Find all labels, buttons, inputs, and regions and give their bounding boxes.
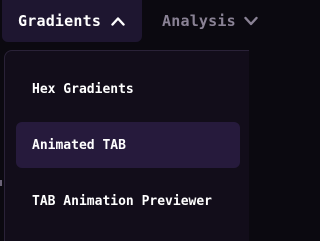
nav-gradients-menu[interactable]: Gradients (2, 0, 142, 42)
nav-analysis-label: Analysis (162, 12, 236, 30)
menu-item-label: Animated TAB (32, 137, 126, 153)
nav-gradients-label: Gradients (18, 12, 102, 30)
nav-analysis-menu[interactable]: Analysis (162, 0, 258, 42)
menu-item-hex-gradients[interactable]: Hex Gradients (16, 66, 240, 112)
chevron-up-icon (111, 17, 125, 26)
menu-item-animated-tab[interactable]: Animated TAB (16, 122, 240, 168)
gradients-dropdown: Hex Gradients Animated TAB TAB Animation… (4, 50, 249, 241)
partial-element (0, 180, 2, 186)
chevron-down-icon (244, 16, 258, 26)
menu-item-tab-animation-previewer[interactable]: TAB Animation Previewer (16, 178, 240, 224)
menu-item-label: Hex Gradients (32, 81, 134, 97)
top-nav: Gradients Analysis (0, 0, 258, 44)
menu-item-label: TAB Animation Previewer (32, 193, 213, 209)
